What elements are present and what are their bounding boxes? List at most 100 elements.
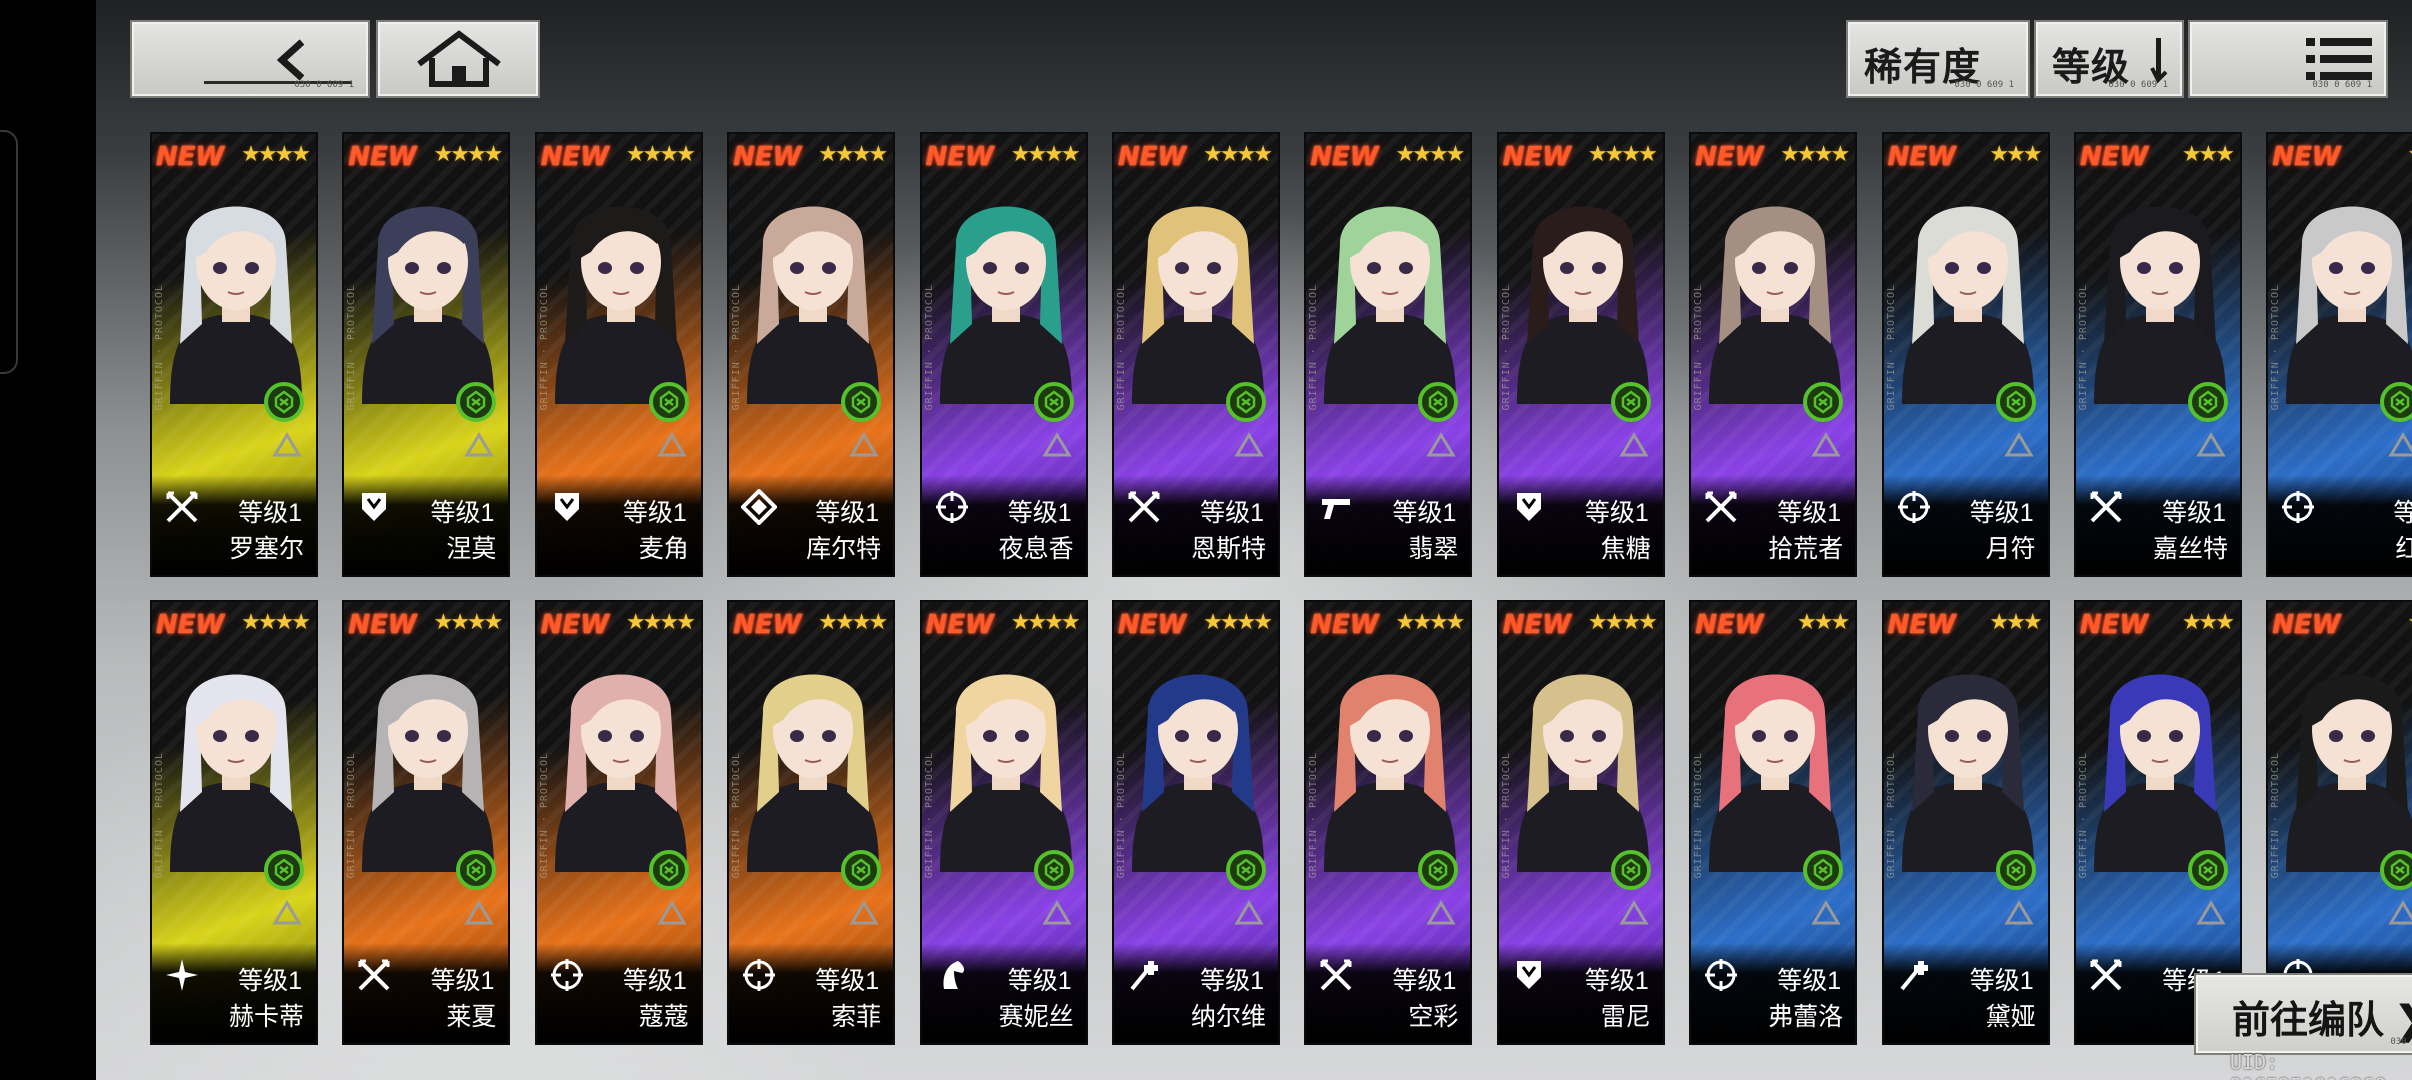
faction-badge-icon [1610,382,1651,422]
triangle-icon [1426,432,1457,457]
triangle-icon [1811,432,1841,457]
role-horse-icon [934,957,970,993]
rarity-stars: ★★★★ [1395,142,1466,167]
character-card[interactable]: GRIFFIN · PROTOCOL NEW ★★★★ 等级1 赫卡蒂 [150,600,318,1045]
character-level: 等级1 [622,499,687,527]
new-tag: NEW [2272,142,2341,172]
role-gun-icon [1318,489,1354,525]
character-card[interactable]: GRIFFIN · PROTOCOL NEW ★★★★ 等级1 涅莫 [342,132,511,577]
role-cross-blades-icon [1703,489,1739,525]
new-tag: NEW [540,610,609,640]
menu-button[interactable]: 030 0 609 1 [2190,22,2386,96]
faction-badge-icon [1226,850,1266,890]
character-name: 库尔特 [806,535,882,563]
character-card[interactable]: GRIFFIN · PROTOCOL NEW ★★★ 等级1 月符 [1881,132,2050,577]
rarity-stars: ★★★★ [241,610,311,635]
role-cross-blades-icon [356,957,392,993]
character-name: 黛娅 [1985,1003,2036,1031]
character-card[interactable]: GRIFFIN · PROTOCOL NEW ★★★★ 等级1 赛妮丝 [919,600,1088,1045]
character-card[interactable]: GRIFFIN · PROTOCOL NEW ★★★ 等级1 嘉丝特 [2074,132,2242,577]
character-card[interactable]: GRIFFIN · PROTOCOL NEW ★★★★ 等级1 索菲 [727,600,896,1045]
triangle-icon [1426,900,1457,925]
back-button[interactable]: 030 0 609 1 [132,22,368,96]
faction-badge-icon [648,850,689,890]
faction-badge-icon [2380,850,2412,890]
triangle-icon [657,900,687,925]
character-portrait [747,206,880,404]
character-name: 恩斯特 [1190,535,1266,563]
new-tag: NEW [2080,142,2149,172]
new-tag: NEW [733,142,802,172]
character-portrait [1132,674,1264,872]
faction-badge-icon [264,850,304,890]
rarity-stars: ★★★★ [1203,610,1273,635]
character-portrait [1901,674,2034,872]
new-tag: NEW [540,142,609,172]
triangle-icon [2003,432,2034,457]
character-card[interactable]: GRIFFIN · PROTOCOL NEW ★★★★ 等级1 空彩 [1304,600,1473,1045]
character-card[interactable]: GRIFFIN · PROTOCOL NEW ★★★★ 等级1 拾荒者 [1689,132,1858,577]
triangle-icon [464,432,495,457]
character-portrait [2094,206,2226,404]
character-portrait [1516,674,1649,872]
character-name: 红 [2395,529,2412,565]
rarity-stars: ★ [2408,610,2412,635]
character-card[interactable]: GRIFFIN · PROTOCOL NEW ★★★★ 等级1 恩斯特 [1112,132,1280,577]
character-card[interactable]: GRIFFIN · PROTOCOL NEW ★★★★ 等级1 翡翠 [1304,132,1473,577]
role-medic-icon [1896,957,1932,993]
character-name: 空彩 [1408,1003,1459,1031]
character-card[interactable]: GRIFFIN · PROTOCOL NEW ★★★ 等级1 黛娅 [1881,600,2050,1045]
faction-badge-icon [648,382,689,422]
new-tag: NEW [1695,610,1764,640]
character-portrait [2286,206,2412,404]
character-level: 等级1 [622,967,687,995]
triangle-icon [2388,900,2412,925]
role-cross-blades-icon [164,489,200,525]
character-card[interactable]: GRIFFIN · PROTOCOL NEW ★★★★ 等级1 麦角 [534,132,703,577]
character-level: 等级1 [1392,967,1457,995]
character-portrait [747,674,880,872]
triangle-icon [1041,900,1072,925]
character-level: 等级1 [815,967,880,995]
character-card[interactable]: GRIFFIN · PROTOCOL NEW ★ 等 红 [2266,132,2412,577]
character-card[interactable]: GRIFFIN · PROTOCOL NEW ★★★★ 等级1 罗塞尔 [150,132,318,577]
go-to-formation-button[interactable]: 前往编队 ❯❯ 030 0 609 1 [2196,975,2412,1053]
character-card[interactable]: GRIFFIN · PROTOCOL NEW ★★★★ 等级1 蔻蔻 [534,600,703,1045]
triangle-icon [272,900,302,925]
character-card[interactable]: GRIFFIN · PROTOCOL NEW ★★★★ 等级1 纳尔维 [1112,600,1280,1045]
home-button[interactable] [378,22,538,96]
role-shield-icon [1511,489,1547,525]
new-tag: NEW [733,610,802,640]
new-tag: NEW [925,142,994,172]
sort-level-button[interactable]: 等级 030 0 609 1 [2036,22,2182,96]
role-diamond-icon [740,488,779,526]
character-name: 月符 [1985,535,2036,563]
triangle-icon [657,432,687,457]
character-portrait [1324,206,1457,404]
role-cross-blades-icon [2088,957,2124,993]
role-crosshair-icon [2280,489,2316,525]
faction-badge-icon [2188,850,2228,890]
new-tag: NEW [1695,142,1764,172]
character-portrait [1709,674,1842,872]
character-card[interactable]: GRIFFIN · PROTOCOL NEW ★★★ 等级1 弗蕾洛 [1689,600,1858,1045]
faction-badge-icon [1803,382,1844,422]
character-card[interactable]: GRIFFIN · PROTOCOL NEW ★★★★ 等级1 焦糖 [1496,132,1665,577]
rarity-stars: ★★★ [1797,610,1850,635]
character-roster-screen: 030 0 609 1 稀有度 030 0 609 1 等级 030 0 609… [96,0,2412,1080]
character-level: 等 [2393,493,2412,529]
character-card[interactable]: GRIFFIN · PROTOCOL NEW ★★★★ 等级1 莱夏 [342,600,511,1045]
role-crosshair-icon [1703,957,1739,993]
character-card[interactable]: GRIFFIN · PROTOCOL NEW ★★★★ 等级1 库尔特 [727,132,896,577]
character-portrait [1709,206,1842,404]
character-name: 夜息香 [998,535,1074,563]
new-tag: NEW [925,610,994,640]
character-card[interactable]: GRIFFIN · PROTOCOL NEW ★★★★ 等级1 雷尼 [1496,600,1665,1045]
character-name: 弗蕾洛 [1768,1003,1844,1031]
role-medic-icon [1126,957,1162,993]
faction-badge-icon [1033,850,1074,890]
character-card[interactable]: GRIFFIN · PROTOCOL NEW ★★★★ 等级1 夜息香 [919,132,1088,577]
sort-rarity-button[interactable]: 稀有度 030 0 609 1 [1848,22,2028,96]
character-portrait [939,674,1072,872]
role-shield-icon [356,489,392,525]
